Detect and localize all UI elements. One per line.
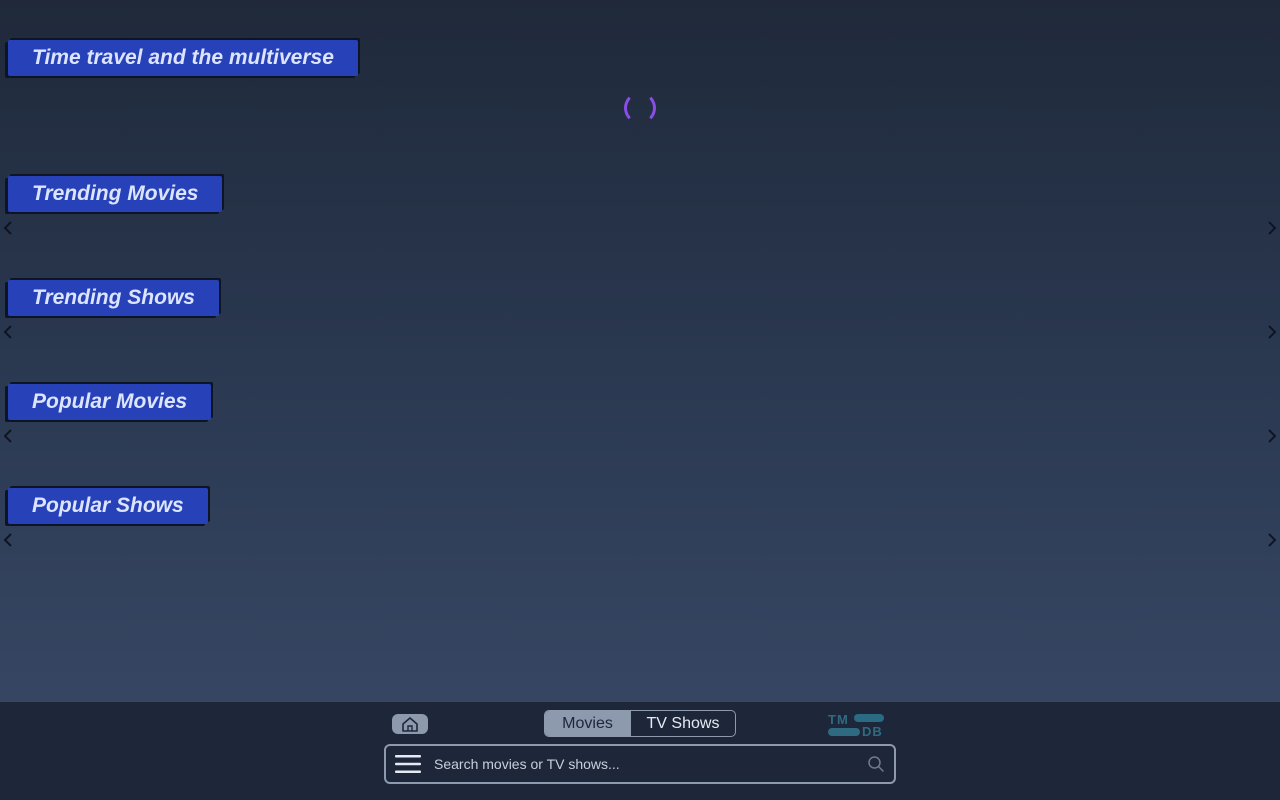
toggle-tv-shows[interactable]: TV Shows [631,711,735,736]
chevron-left-icon[interactable] [0,428,16,444]
tmdb-logo[interactable]: TM DB [828,712,888,739]
chevron-right-icon[interactable] [1264,532,1280,548]
section-heading-featured: Time travel and the multiverse [8,40,358,76]
chevron-right-icon[interactable] [1264,220,1280,236]
chevron-right-icon[interactable] [1264,324,1280,340]
section-heading-popular-movies: Popular Movies [8,384,212,420]
home-button[interactable] [392,714,428,734]
tmdb-logo-pill-bottom [828,728,860,736]
main-content: Time travel and the multiverse Trending … [0,0,1280,702]
tmdb-logo-text-top: TM [828,712,849,727]
home-icon [402,717,418,732]
chevron-right-icon[interactable] [1264,428,1280,444]
section-heading-trending-movies: Trending Movies [8,176,223,212]
hamburger-menu-icon [395,755,421,773]
tmdb-logo-text-bottom: DB [862,724,883,739]
section-heading-popular-shows: Popular Shows [8,488,208,524]
search-icon[interactable] [858,746,894,782]
chevron-left-icon[interactable] [0,220,16,236]
search-input[interactable] [430,746,858,782]
search-bar [384,744,896,784]
media-type-toggle: Movies TV Shows [544,710,736,737]
chevron-left-icon[interactable] [0,324,16,340]
chevron-left-icon[interactable] [0,532,16,548]
tmdb-logo-pill-top [854,714,884,722]
section-heading-trending-shows: Trending Shows [8,280,219,316]
toggle-movies[interactable]: Movies [545,711,631,736]
loading-spinner [624,92,656,124]
menu-button[interactable] [386,746,430,782]
